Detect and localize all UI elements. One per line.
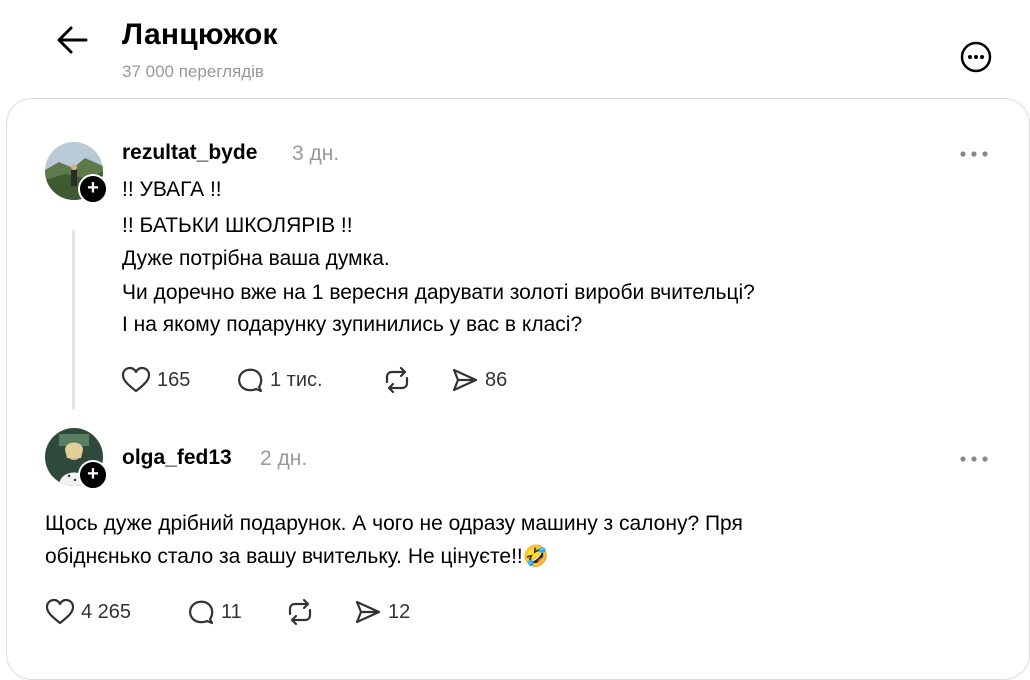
share-button[interactable]: 12 bbox=[354, 598, 410, 626]
back-button[interactable] bbox=[52, 22, 92, 58]
repost-icon bbox=[385, 366, 409, 394]
share-count: 12 bbox=[388, 600, 411, 623]
post-text-line: !! УВАГА !! bbox=[122, 178, 222, 201]
post-more-button[interactable] bbox=[958, 452, 990, 464]
post-text-line: !! БАТЬКИ ШКОЛЯРІВ !! bbox=[122, 214, 353, 237]
page-title: Ланцюжок bbox=[122, 18, 278, 51]
share-count: 86 bbox=[485, 368, 508, 391]
send-icon bbox=[452, 368, 478, 392]
post-text-line: І на якому подарунку зупинились у вас в … bbox=[122, 313, 583, 336]
thread-connector bbox=[72, 230, 75, 410]
post-text-line: Дуже потрібна ваша думка. bbox=[122, 247, 390, 270]
post-more-button[interactable] bbox=[958, 147, 990, 159]
post-time: 2 дн. bbox=[260, 447, 308, 470]
like-button[interactable]: 165 bbox=[121, 366, 190, 394]
send-icon bbox=[355, 600, 381, 624]
more-horizontal-icon bbox=[960, 456, 988, 462]
like-count: 4 265 bbox=[81, 600, 132, 623]
post-time: 3 дн. bbox=[292, 142, 340, 165]
username[interactable]: rezultat_byde bbox=[122, 141, 257, 165]
like-count: 165 bbox=[157, 368, 191, 391]
reply-button[interactable]: 1 тис. bbox=[236, 366, 323, 394]
heart-icon bbox=[121, 366, 151, 393]
more-options-button[interactable] bbox=[958, 39, 994, 75]
repost-button[interactable] bbox=[285, 598, 315, 626]
username[interactable]: olga_fed13 bbox=[122, 446, 232, 470]
follow-plus-icon[interactable]: + bbox=[78, 174, 108, 204]
repost-icon bbox=[288, 598, 312, 626]
reply-button[interactable]: 11 bbox=[187, 598, 242, 626]
arrow-left-icon bbox=[57, 26, 88, 54]
like-button[interactable]: 4 265 bbox=[45, 598, 131, 626]
views-count: 37 000 переглядів bbox=[122, 62, 264, 81]
thread-header: Ланцюжок 37 000 переглядів bbox=[0, 0, 1030, 100]
repost-button[interactable] bbox=[382, 366, 412, 394]
share-button[interactable]: 86 bbox=[451, 366, 507, 394]
post-text-line: Чи доречно вже на 1 вересня дарувати зол… bbox=[122, 281, 755, 304]
post-text-line: обіднєнько стало за вашу вчительку. Не ц… bbox=[45, 545, 549, 568]
post-text-line: Щось дуже дрібний подарунок. А чого не о… bbox=[45, 512, 743, 535]
reply-count: 1 тис. bbox=[270, 368, 323, 391]
follow-plus-icon[interactable]: + bbox=[78, 460, 108, 490]
comment-icon bbox=[189, 600, 214, 625]
more-circle-icon bbox=[960, 41, 992, 73]
reply-count: 11 bbox=[221, 600, 242, 623]
comment-icon bbox=[238, 368, 263, 393]
heart-icon bbox=[45, 598, 75, 625]
more-horizontal-icon bbox=[960, 151, 988, 157]
